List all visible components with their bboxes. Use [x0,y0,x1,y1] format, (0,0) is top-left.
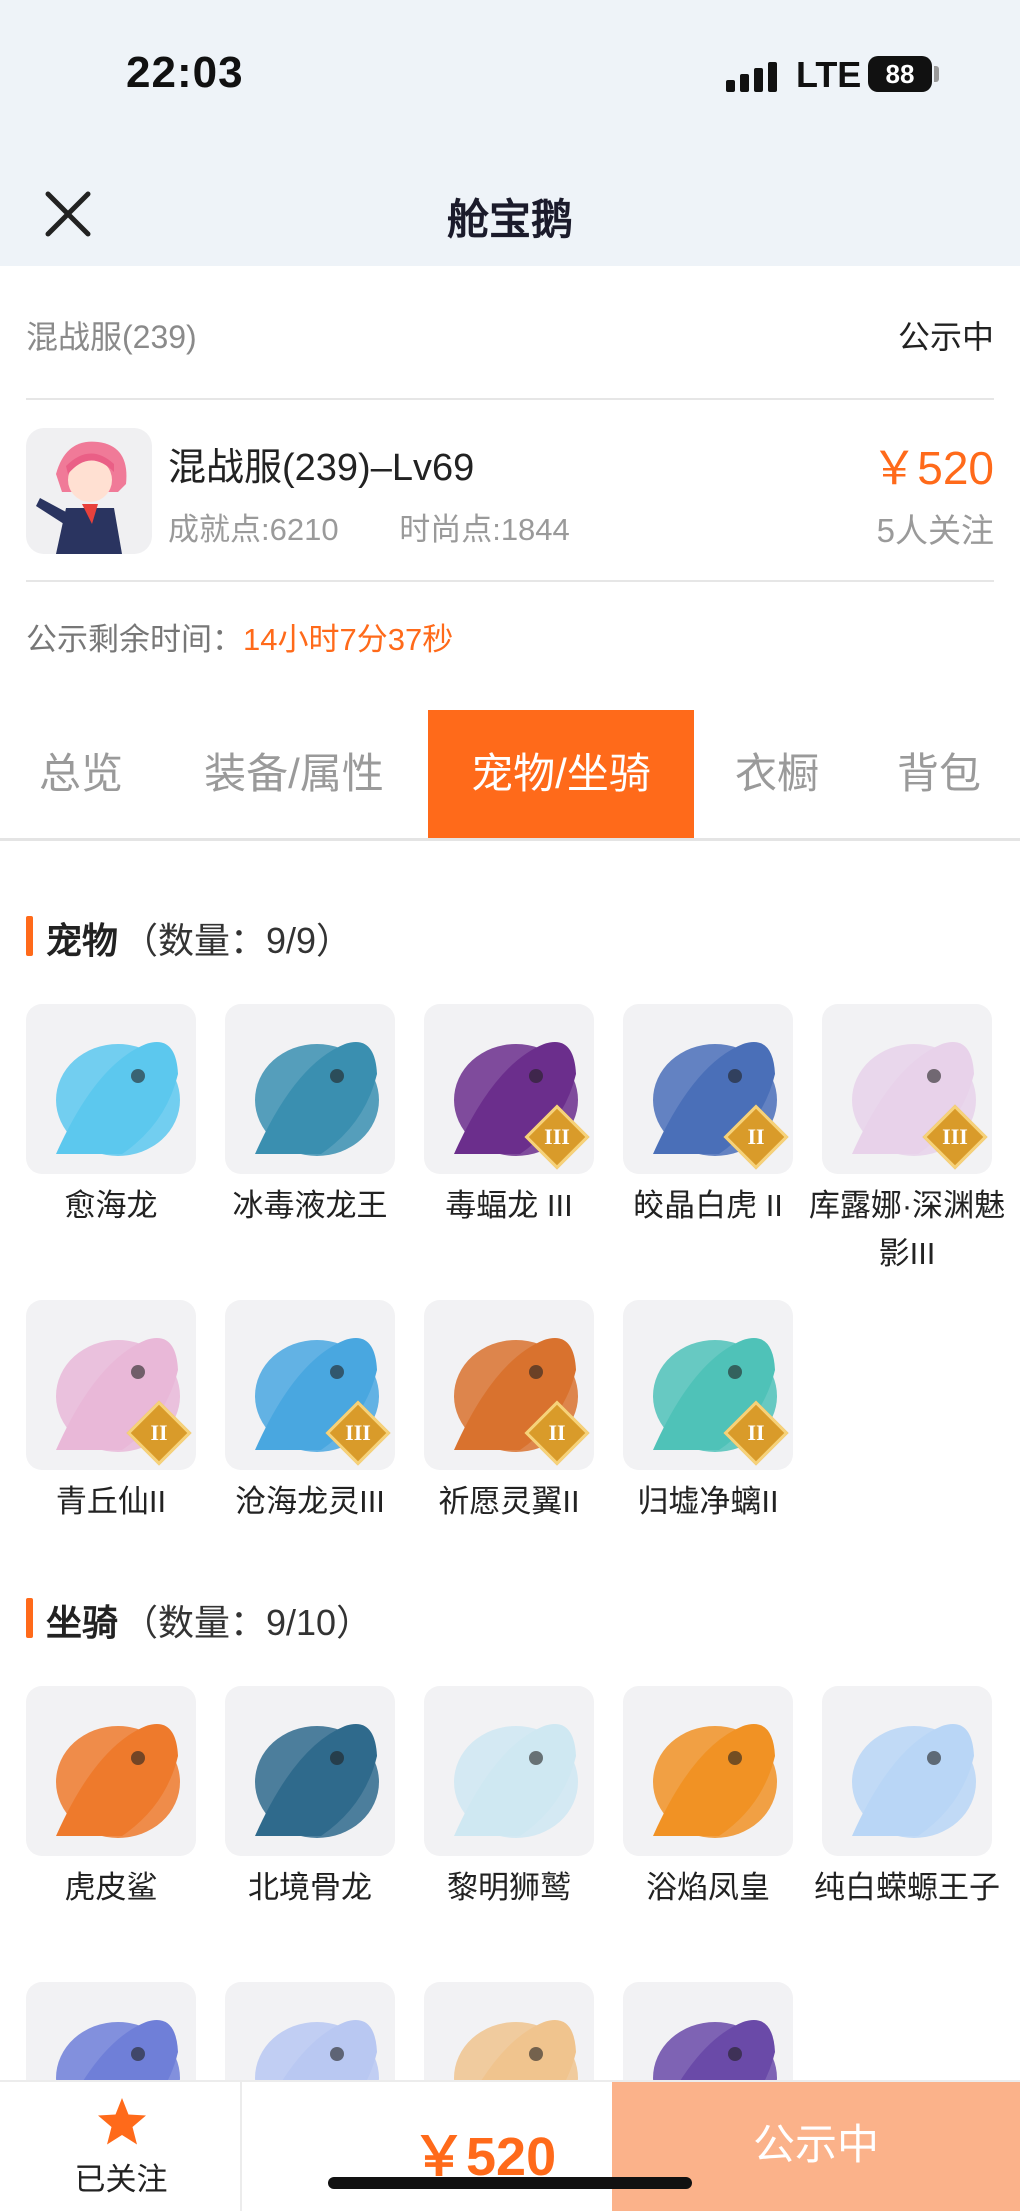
pets-section-title: 宠物 [46,920,119,961]
venom-dragon-icon [225,1004,395,1174]
tab-wardrobe[interactable]: 衣橱 [708,710,846,838]
divider [26,398,994,400]
bottom-action-bar: 已关注 ￥520 公示中 [0,2080,1020,2211]
griffin-icon [424,1686,594,1856]
mount-item[interactable]: 浴焰凤皇 [623,1686,793,1912]
page-title: 舱宝鹅 [446,196,573,243]
mount-item[interactable]: 纯白蝾螈王子 [814,1686,1000,1912]
phoenix-icon [623,1686,793,1856]
guixu-chi-icon: II [623,1300,793,1470]
divider [26,580,994,582]
pet-item[interactable]: III 毒蝠龙 III [424,1004,594,1230]
tiger-shark-icon [26,1686,196,1856]
pet-name: 青丘仙II [55,1484,167,1519]
status-bar: 22:03 LTE 88 [0,0,1020,160]
tabs-divider [0,838,1020,841]
section-marker [26,1598,33,1638]
character-title: 混战服(239)–Lv69 [168,447,475,489]
pet-name: 归墟净螭II [637,1484,779,1519]
tab-equipment[interactable]: 装备/属性 [176,710,412,838]
follow-label: 已关注 [74,2162,168,2197]
grade-badge-label: II [747,1420,765,1445]
bone-dragon-icon [225,1686,395,1856]
ocean-dragon-spirit-icon: III [225,1300,395,1470]
pet-item[interactable]: II 归墟净螭II [623,1300,793,1526]
mount-name: 北境骨龙 [248,1870,372,1905]
star-icon [98,2098,146,2145]
kuluna-icon: III [822,1004,992,1174]
mount-item[interactable]: 黎明狮鹫 [424,1686,594,1912]
grade-badge-label: III [544,1124,570,1149]
pet-item[interactable]: III 沧海龙灵III [225,1300,395,1526]
pet-item[interactable]: 冰毒液龙王 [225,1004,395,1230]
pet-item[interactable]: II 祈愿灵翼II [424,1300,594,1526]
follower-count: 5人关注 [876,512,994,549]
grade-badge-label: III [942,1124,968,1149]
home-indicator [328,2177,692,2189]
mounts-count: （数量：9/10） [122,1602,373,1643]
fashion-points: 时尚点:1844 [399,512,570,547]
mount-name: 虎皮鲨 [64,1870,158,1905]
tab-pets-mounts[interactable]: 宠物/坐骑 [428,710,694,838]
status-action-button[interactable]: 公示中 [612,2082,1020,2211]
white-tiger-icon: II [623,1004,793,1174]
pet-item[interactable]: III 库露娜·深渊魅影III [809,1004,1005,1278]
tab-bar: 总览 装备/属性 宠物/坐骑 衣橱 背包 [0,710,1020,840]
pet-name: 祈愿灵翼II [438,1484,580,1519]
achievement-points: 成就点:6210 [168,512,339,547]
grade-badge-label: II [150,1420,168,1445]
nav-bar: 舱宝鹅 [0,160,1020,266]
pet-name: 冰毒液龙王 [232,1188,388,1223]
pet-name: 库露娜·深渊魅影III [808,1188,1006,1271]
grade-badge-label: II [548,1420,566,1445]
avatar [26,428,152,554]
wish-wing-icon: II [424,1300,594,1470]
server-name: 混战服(239) [26,319,197,355]
bat-dragon-icon: III [424,1004,594,1174]
pet-name: 愈海龙 [64,1188,158,1223]
mount-name: 黎明狮鹫 [447,1870,571,1905]
status-time: 22:03 [126,48,244,97]
remaining-time: 公示剩余时间：14小时7分37秒 [26,614,453,659]
mounts-section-title: 坐骑 [46,1602,119,1643]
tab-bag[interactable]: 背包 [872,710,1006,838]
battery-icon: 88 [868,56,932,92]
remaining-time-label: 公示剩余时间： [26,622,243,657]
mount-item[interactable]: 虎皮鲨 [26,1686,196,1912]
tab-overview[interactable]: 总览 [0,710,162,838]
mount-item[interactable]: 北境骨龙 [225,1686,395,1912]
listing-price: ￥520 [871,442,994,494]
pet-item[interactable]: II 皎晶白虎 II [623,1004,793,1230]
grade-badge-label: III [345,1420,371,1445]
grade-badge-label: II [747,1124,765,1149]
pet-item[interactable]: II 青丘仙II [26,1300,196,1526]
character-stats: 成就点:6210 时尚点:1844 [168,504,570,549]
fox-fairy-icon: II [26,1300,196,1470]
battery-tip [934,66,939,82]
pet-name: 皎晶白虎 II [633,1188,783,1223]
pet-item[interactable]: 愈海龙 [26,1004,196,1230]
listing-status: 公示中 [897,319,994,355]
signal-icon [726,58,778,92]
mount-name: 纯白蝾螈王子 [814,1870,1000,1905]
sea-dragon-icon [26,1004,196,1174]
network-type: LTE [796,54,862,95]
follow-button[interactable]: 已关注 [0,2082,242,2211]
pets-count: （数量：9/9） [122,920,353,961]
mount-name: 浴焰凤皇 [646,1870,770,1905]
pet-name: 沧海龙灵III [235,1484,385,1519]
remaining-time-value: 14小时7分37秒 [243,622,454,657]
pet-name: 毒蝠龙 III [445,1188,573,1223]
salamander-prince-icon [822,1686,992,1856]
section-marker [26,916,33,956]
server-row: 混战服(239) 公示中 [26,312,994,360]
